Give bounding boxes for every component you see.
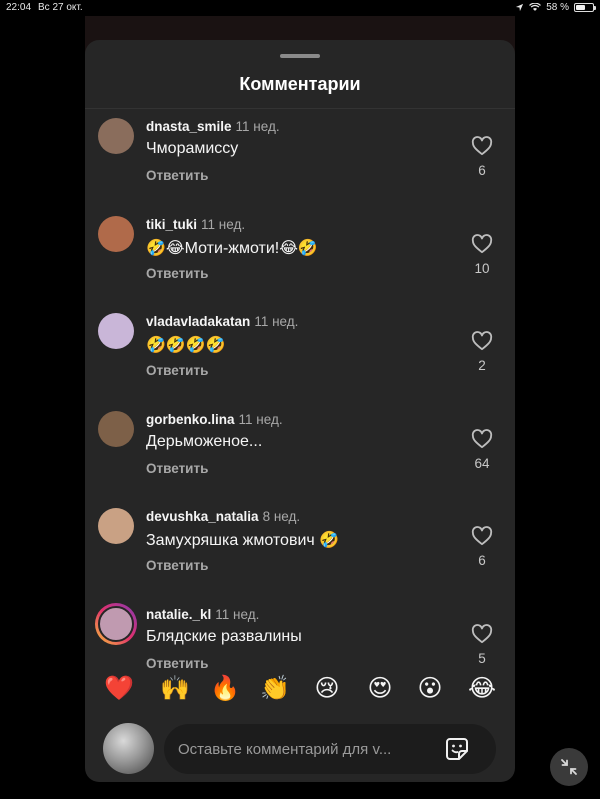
like-count: 2 [478,358,486,373]
like-count: 10 [474,260,490,276]
reaction-emoji-button[interactable]: ❤️ [100,670,138,708]
comment-time: 8 нед. [262,509,301,524]
comment-time: 11 нед. [238,411,283,427]
heart-outline-icon[interactable] [471,428,493,449]
user-avatar[interactable] [98,118,134,154]
comment-username[interactable]: tiki_tuki [146,217,197,232]
comment-username[interactable]: vladavladakatan [146,314,250,329]
status-date: Вс 27 окт. [38,2,83,13]
comment-item: vladavladakatan 11 нед. 🤣🤣🤣🤣 Ответить 2 [85,305,515,402]
sheet-drag-handle[interactable] [280,54,320,58]
comment-username[interactable]: devushka_natalia [146,509,259,524]
reply-button[interactable]: Ответить [146,656,208,671]
comments-list[interactable]: dnasta_smile 11 нед. Чморамиссу Ответить 6 ti… [85,109,515,695]
battery-icon [574,3,596,12]
heart-outline-icon[interactable] [471,136,493,156]
comment-username[interactable]: natalie._kl [146,607,211,622]
comment-text: Блядские развалины [146,627,302,645]
heart-outline-icon[interactable] [471,331,493,351]
minimize-button[interactable] [550,748,588,786]
comment-time: 11 нед. [254,314,299,329]
quick-reactions-bar: ❤️ 🙌 🔥 👏 😢 😍 😮 😂 [85,670,515,708]
like-count: 64 [474,455,490,471]
like-count: 6 [478,163,486,178]
heart-outline-icon[interactable] [471,526,493,546]
reaction-emoji-button[interactable]: 👏 [256,670,294,708]
collapse-arrows-icon [561,759,577,775]
user-avatar[interactable] [95,602,137,645]
heart-outline-icon[interactable] [471,623,493,644]
reply-button[interactable]: Ответить [146,168,208,183]
reaction-emoji-button[interactable]: 🙌 [156,670,194,708]
status-time: 22:04 [6,2,32,13]
reaction-emoji-button[interactable]: 😮 [411,670,449,708]
comment-input-box[interactable] [164,724,496,774]
reaction-emoji-button[interactable]: 😂 [463,670,501,708]
status-bar: 22:04 Вс 27 окт. 58 % [0,0,600,16]
comment-time: 11 нед. [201,216,246,232]
comment-text: 🤣😂Моти-жмоти!😂🤣 [146,239,318,257]
reply-button[interactable]: Ответить [146,266,208,281]
user-avatar[interactable] [98,313,134,349]
location-arrow-icon [516,3,524,12]
current-user-avatar [103,723,154,774]
comment-text: Замухряшка жмотович 🤣 [146,532,340,549]
like-count: 6 [478,553,486,568]
comment-text: Дерьможеное... [146,432,263,450]
battery-percent: 58 % [546,2,569,13]
user-avatar[interactable] [98,215,134,252]
comment-item: tiki_tuki 11 нед. 🤣😂Моти-жмоти!😂🤣 Ответить 1… [85,208,515,305]
comment-text: Чморамиссу [146,140,239,157]
wifi-icon [529,3,542,11]
comment-username[interactable]: gorbenko.lina [146,412,235,427]
reply-button[interactable]: Ответить [146,461,208,476]
comment-time: 11 нед. [235,119,280,134]
comment-input[interactable] [178,724,428,774]
comment-composer [85,718,515,782]
reaction-emoji-button[interactable]: 🔥 [206,670,244,708]
comment-username[interactable]: dnasta_smile [146,119,232,134]
comment-item: dnasta_smile 11 нед. Чморамиссу Ответить 6 [85,110,515,207]
like-count: 5 [478,650,486,666]
user-avatar[interactable] [98,410,134,447]
reply-button[interactable]: Ответить [146,363,208,378]
sheet-title: Комментарии [239,74,361,94]
comment-time: 11 нед. [215,606,260,622]
comments-sheet: Комментарии dnasta_smile 11 нед. Чморамисс… [85,40,515,782]
comment-text: 🤣🤣🤣🤣 [146,337,226,354]
sticker-icon[interactable] [444,736,470,762]
reaction-emoji-button[interactable]: 😍 [361,670,399,708]
comment-item: gorbenko.lina 11 нед. Дерьможеное... Ответи… [85,403,515,500]
user-avatar[interactable] [98,508,134,544]
heart-outline-icon[interactable] [471,233,493,254]
comment-item: devushka_natalia 8 нед. Замухряшка жмотови… [85,500,515,597]
reply-button[interactable]: Ответить [146,558,208,573]
reaction-emoji-button[interactable]: 😢 [308,670,346,708]
